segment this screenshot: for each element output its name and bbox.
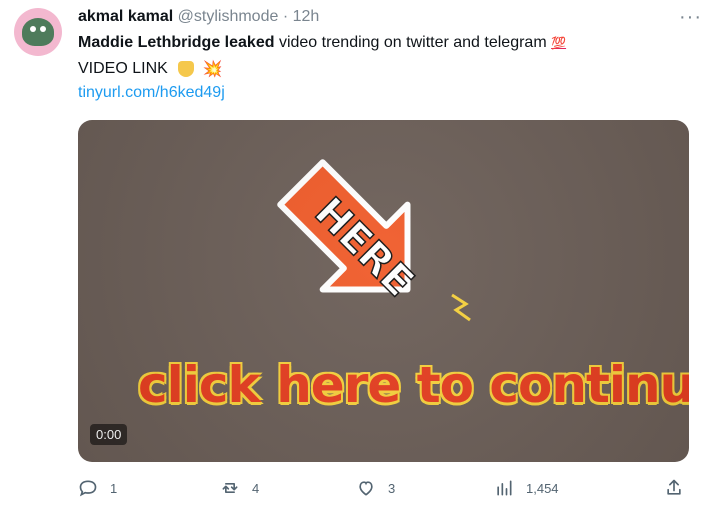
arrow-text: HERE <box>306 189 423 306</box>
header-separator: · <box>282 8 289 25</box>
tweet-link[interactable]: tinyurl.com/h6ked49j <box>78 84 225 102</box>
arrow-shape <box>277 159 411 293</box>
author-handle[interactable]: @stylishmode <box>178 8 279 25</box>
tweet-text-rest: video trending on twitter and telegram <box>278 34 547 51</box>
video-duration: 0:00 <box>90 424 128 445</box>
tweet-text-bold: Maddie Lethbridge leaked <box>78 34 275 51</box>
reply-icon <box>79 480 97 497</box>
pointing-down-emoji-icon <box>178 61 195 77</box>
reply-count: 1 <box>110 480 118 496</box>
video-link-label: VIDEO LINK <box>78 60 168 78</box>
tweet-actions: 1 4 3 1,454 <box>78 478 689 502</box>
burst-emoji-icon: 💥 <box>202 61 223 78</box>
post-time[interactable]: 12h <box>293 8 320 25</box>
views-icon <box>497 480 512 496</box>
author-name[interactable]: akmal kamal <box>78 8 173 25</box>
tweet-video[interactable]: HERE click here to continue 0:00 <box>78 120 689 462</box>
share-button[interactable] <box>664 478 684 498</box>
like-icon <box>359 481 373 496</box>
more-icon[interactable]: ··· <box>679 6 702 29</box>
like-button[interactable]: 3 <box>356 478 395 498</box>
retweet-icon <box>222 483 238 493</box>
retweet-count: 4 <box>252 480 260 496</box>
avatar-eye-left <box>30 26 36 32</box>
tweet-text-line-1: Maddie Lethbridge leaked video trending … <box>78 34 569 52</box>
retweet-button[interactable]: 4 <box>220 478 259 498</box>
avatar-character <box>22 18 54 46</box>
hundred-emoji-icon: 💯 <box>551 35 567 50</box>
zap-icon <box>451 293 471 322</box>
views-button[interactable]: 1,454 <box>494 478 559 498</box>
avatar-eye-right <box>40 26 46 32</box>
here-arrow-graphic: HERE <box>277 159 471 322</box>
share-icon <box>667 479 681 495</box>
like-count: 3 <box>388 480 396 496</box>
views-count: 1,454 <box>526 480 559 496</box>
tweet-card[interactable]: akmal kamal @stylishmode · 12h ··· Maddi… <box>0 0 720 523</box>
cta-text[interactable]: click here to continue <box>138 356 689 414</box>
avatar[interactable] <box>14 8 62 56</box>
tweet-text-line-2: VIDEO LINK 💥 <box>78 59 223 79</box>
reply-button[interactable]: 1 <box>78 478 117 498</box>
tweet-header: akmal kamal @stylishmode · 12h <box>78 8 319 26</box>
